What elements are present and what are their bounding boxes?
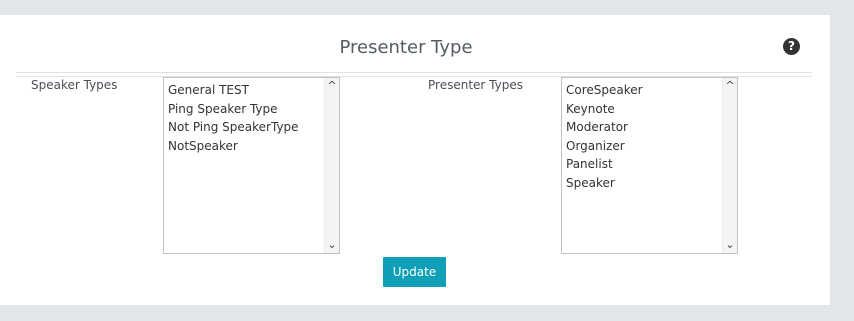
presenter-type-option[interactable]: Moderator — [566, 118, 737, 137]
presenter-type-option[interactable]: Organizer — [566, 137, 737, 156]
scroll-up-icon[interactable]: ^ — [723, 79, 737, 93]
update-button[interactable]: Update — [383, 257, 446, 287]
presenter-types-listbox[interactable]: CoreSpeaker Keynote Moderator Organizer … — [561, 77, 738, 254]
presenter-type-option[interactable]: Speaker — [566, 174, 737, 193]
scroll-up-icon[interactable]: ^ — [325, 79, 339, 93]
presenter-type-option[interactable]: Panelist — [566, 155, 737, 174]
presenter-type-panel: Presenter Type ? Speaker Types General T… — [0, 15, 830, 305]
presenter-types-list: CoreSpeaker Keynote Moderator Organizer … — [562, 78, 737, 193]
page-title: Presenter Type — [339, 37, 473, 58]
presenter-type-option[interactable]: Keynote — [566, 100, 737, 119]
speaker-types-listbox[interactable]: General TEST Ping Speaker Type Not Ping … — [163, 77, 340, 254]
presenter-types-scrollbar[interactable]: ^ ⌄ — [722, 78, 737, 253]
speaker-type-option[interactable]: General TEST — [168, 81, 339, 100]
speaker-types-label: Speaker Types — [31, 78, 118, 92]
presenter-type-option[interactable]: CoreSpeaker — [566, 81, 737, 100]
help-icon[interactable]: ? — [783, 38, 800, 55]
speaker-type-option[interactable]: NotSpeaker — [168, 137, 339, 156]
speaker-type-option[interactable]: Not Ping SpeakerType — [168, 118, 339, 137]
header-divider — [16, 72, 812, 73]
scroll-down-icon[interactable]: ⌄ — [325, 238, 339, 252]
speaker-types-scrollbar[interactable]: ^ ⌄ — [324, 78, 339, 253]
presenter-types-label: Presenter Types — [428, 78, 523, 92]
scroll-down-icon[interactable]: ⌄ — [723, 238, 737, 252]
speaker-type-option[interactable]: Ping Speaker Type — [168, 100, 339, 119]
speaker-types-list: General TEST Ping Speaker Type Not Ping … — [164, 78, 339, 155]
